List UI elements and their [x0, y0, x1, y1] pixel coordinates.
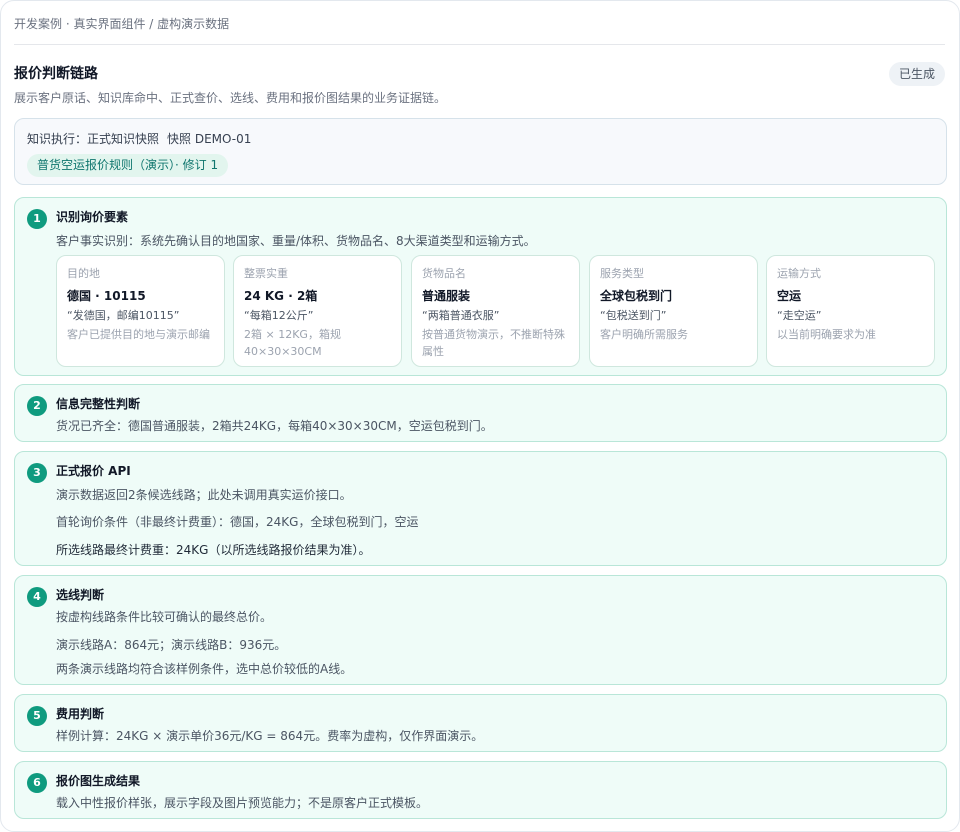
- step-title: 选线判断: [56, 588, 105, 602]
- step-title: 信息完整性判断: [56, 397, 141, 411]
- card-value: 24 KG · 2箱: [244, 289, 318, 303]
- step-number-badge: 3: [27, 463, 47, 483]
- card-note: 以当前明确要求为准: [777, 328, 876, 341]
- breadcrumb: 开发案例 · 真实界面组件 / 虚构演示数据: [14, 17, 230, 31]
- card-note: 2箱 × 12KG，箱规 40×30×30CM: [244, 328, 341, 358]
- card-label: 货物品名: [422, 267, 466, 280]
- quote-chain-panel: 开发案例 · 真实界面组件 / 虚构演示数据 报价判断链路 展示客户原话、知识库…: [0, 0, 960, 832]
- card-quote: “发德国，邮编10115”: [67, 309, 180, 322]
- page-title: 报价判断链路: [14, 66, 98, 82]
- step-title: 正式报价 API: [56, 464, 131, 478]
- card-note: 客户明确所需服务: [600, 328, 688, 341]
- header-divider: [14, 44, 945, 45]
- rule-chip[interactable]: 普货空运报价规则（演示）· 修订 1: [27, 154, 229, 177]
- card-label: 服务类型: [600, 267, 644, 280]
- step-quote-image: 6 报价图生成结果 载入中性报价样张，展示字段及图片预览能力；不是原客户正式模板…: [14, 761, 947, 819]
- knowledge-label: 知识执行：: [27, 132, 88, 146]
- step-title: 识别询价要素: [56, 210, 129, 224]
- status-badge: 已生成: [888, 62, 945, 86]
- step-number-badge: 4: [27, 587, 47, 607]
- card-quote: “包税送到门”: [600, 309, 667, 322]
- card-weight: 整票实重 24 KG · 2箱 “每箱12公斤” 2箱 × 12KG，箱规 40…: [233, 255, 402, 367]
- step-line: 首轮询价条件（非最终计费重）：德国，24KG，全球包税到门，空运: [56, 515, 419, 529]
- step-number-badge: 2: [27, 396, 47, 416]
- step-line: 两条演示线路均符合该样例条件，选中总价较低的A线。: [56, 662, 353, 676]
- step-line: 样例计算：24KG × 演示单价36元/KG = 864元。费率为虚构，仅作界面…: [56, 729, 484, 743]
- step-title: 报价图生成结果: [56, 774, 141, 788]
- step-route-selection: 4 选线判断 按虚构线路条件比较可确认的最终总价。 演示线路A：864元；演示线…: [14, 575, 947, 685]
- card-service: 服务类型 全球包税到门 “包税送到门” 客户明确所需服务: [589, 255, 758, 367]
- step-number-badge: 1: [27, 209, 47, 229]
- card-destination: 目的地 德国 · 10115 “发德国，邮编10115” 客户已提供目的地与演示…: [56, 255, 225, 367]
- step-identify-elements: 1 识别询价要素 客户事实识别：系统先确认目的地国家、重量/体积、货物品名、8大…: [14, 197, 947, 376]
- step-completeness: 2 信息完整性判断 货况已齐全：德国普通服装，2箱共24KG，每箱40×30×3…: [14, 384, 947, 442]
- card-value: 全球包税到门: [600, 289, 673, 303]
- step-title: 费用判断: [56, 707, 105, 721]
- step-quote-api: 3 正式报价 API 演示数据返回2条候选线路；此处未调用真实运价接口。 首轮询…: [14, 451, 947, 566]
- step-line: 演示线路A：864元；演示线路B：936元。: [56, 638, 287, 652]
- card-value: 普通服装: [422, 289, 471, 303]
- step-line: 载入中性报价样张，展示字段及图片预览能力；不是原客户正式模板。: [56, 796, 429, 810]
- card-label: 运输方式: [777, 267, 821, 280]
- knowledge-line: 知识执行：正式知识快照 快照 DEMO-01: [27, 130, 251, 147]
- step-line: 货况已齐全：德国普通服装，2箱共24KG，每箱40×30×30CM，空运包税到门…: [56, 419, 493, 433]
- step-line: 客户事实识别：系统先确认目的地国家、重量/体积、货物品名、8大渠道类型和运输方式…: [56, 234, 536, 248]
- step-number-badge: 5: [27, 706, 47, 726]
- knowledge-snapshot: 快照 DEMO-01: [167, 132, 252, 146]
- card-quote: “每箱12公斤”: [244, 309, 314, 322]
- card-quote: “两箱普通衣服”: [422, 309, 500, 322]
- card-quote: “走空运”: [777, 309, 822, 322]
- card-label: 目的地: [67, 267, 100, 280]
- card-note: 客户已提供目的地与演示邮编: [67, 328, 210, 341]
- knowledge-execution-box: 知识执行：正式知识快照 快照 DEMO-01 普货空运报价规则（演示）· 修订 1: [14, 118, 947, 185]
- card-label: 整票实重: [244, 267, 288, 280]
- knowledge-mode: 正式知识快照: [87, 132, 160, 146]
- step-line: 所选线路最终计费重：24KG（以所选线路报价结果为准）。: [56, 543, 371, 557]
- page-subtitle: 展示客户原话、知识库命中、正式查价、选线、费用和报价图结果的业务证据链。: [14, 91, 447, 105]
- element-cards: 目的地 德国 · 10115 “发德国，邮编10115” 客户已提供目的地与演示…: [56, 255, 935, 367]
- card-goods: 货物品名 普通服装 “两箱普通衣服” 按普通货物演示，不推断特殊属性: [411, 255, 580, 367]
- card-value: 德国 · 10115: [67, 289, 146, 303]
- card-transport: 运输方式 空运 “走空运” 以当前明确要求为准: [766, 255, 935, 367]
- step-line: 按虚构线路条件比较可确认的最终总价。: [56, 610, 273, 624]
- card-value: 空运: [777, 289, 802, 303]
- step-fee: 5 费用判断 样例计算：24KG × 演示单价36元/KG = 864元。费率为…: [14, 694, 947, 752]
- card-note: 按普通货物演示，不推断特殊属性: [422, 328, 565, 358]
- step-line: 演示数据返回2条候选线路；此处未调用真实运价接口。: [56, 488, 352, 502]
- step-number-badge: 6: [27, 773, 47, 793]
